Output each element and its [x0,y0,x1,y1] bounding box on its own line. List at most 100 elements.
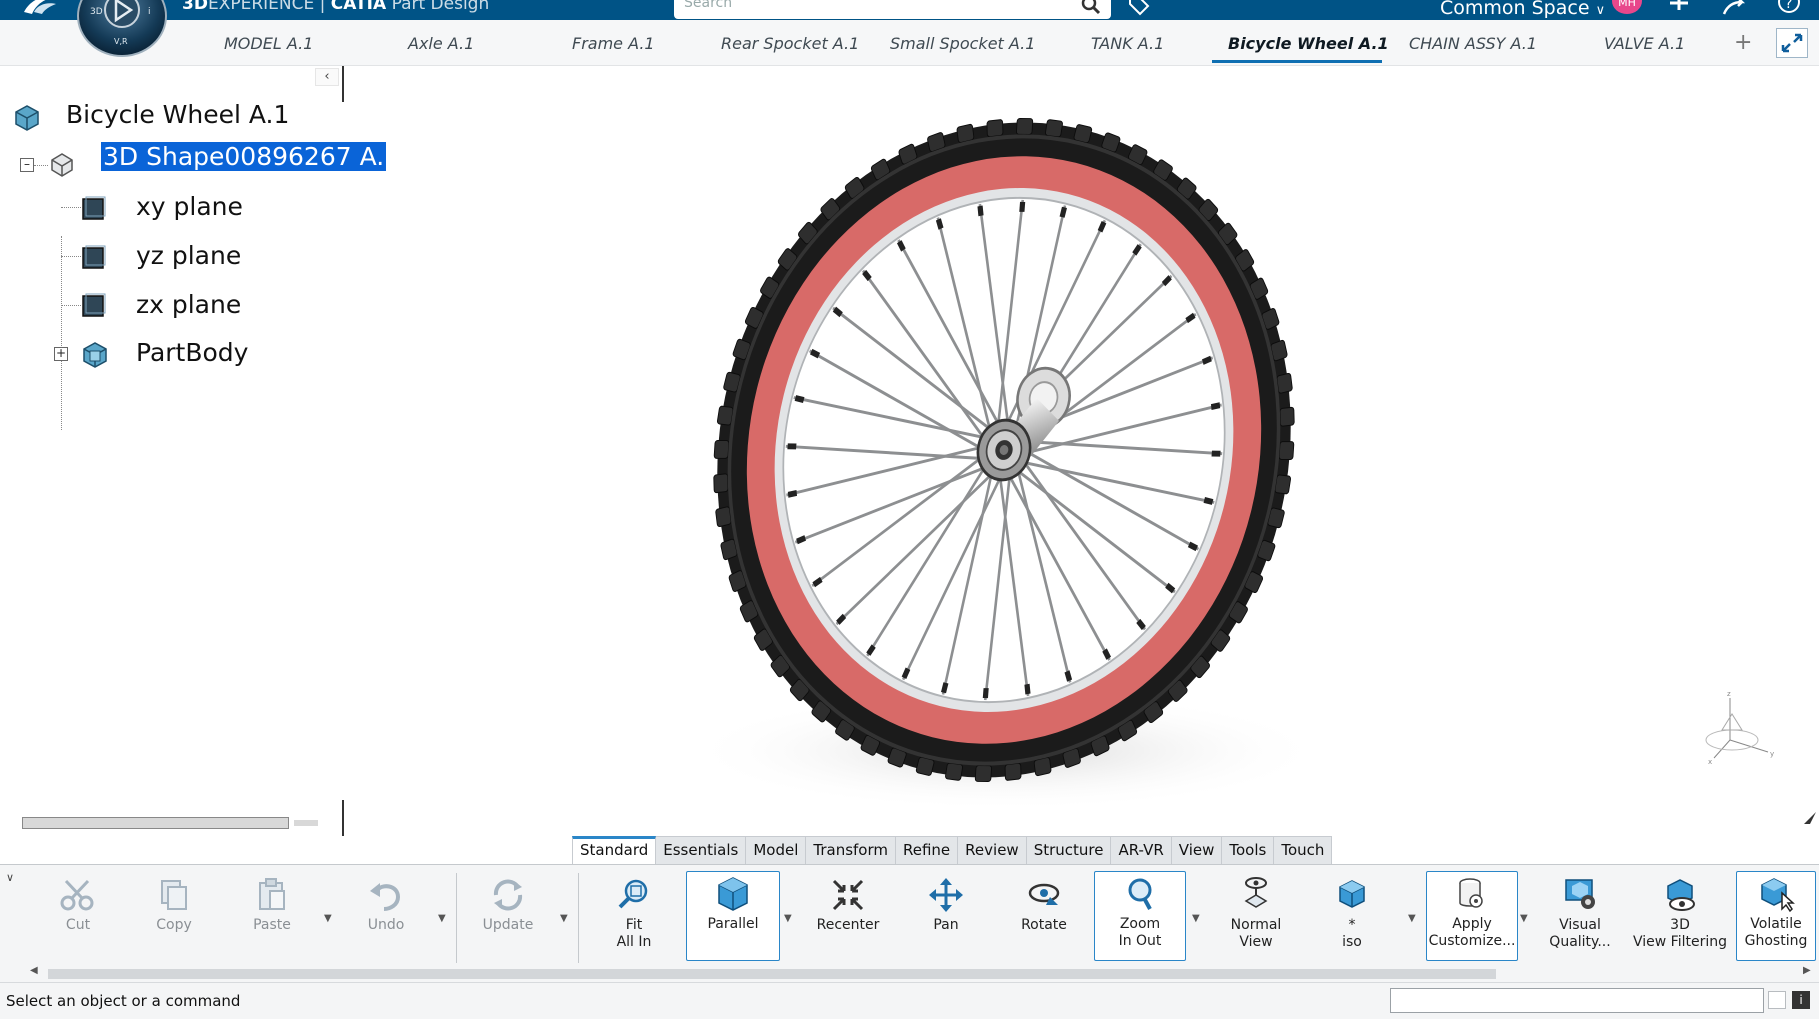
tab-bicycle-wheel[interactable]: Bicycle Wheel A.1 [1228,34,1389,53]
avatar[interactable]: MH [1612,0,1642,14]
paste-dropdown-icon[interactable]: ▼ [324,913,332,924]
tree-scrollbar-track[interactable] [294,820,318,826]
section-tab-standard[interactable]: Standard [572,836,657,865]
scroll-right-icon[interactable]: ▶ [1803,965,1811,976]
zoom-in-out-button[interactable]: Zoom In Out [1094,871,1186,961]
fit-all-icon [618,879,648,909]
section-tab-structure[interactable]: Structure [1026,836,1112,865]
power-input-field[interactable] [1390,988,1764,1013]
cube-icon [718,877,748,911]
paste-icon [259,878,285,910]
bicycle-wheel-model[interactable] [626,96,1386,856]
spoke-nipple [787,443,797,450]
iso-view-button[interactable]: * iso [1312,873,1392,959]
update-label: Update [482,917,534,933]
tab-small-spocket[interactable]: Small Spocket A.1 [890,34,1035,53]
tree-item-partbody[interactable]: PartBody [136,338,248,367]
collapse-node-button[interactable]: – [20,158,34,172]
tree-splitter[interactable] [342,800,344,836]
3d-view-filtering-button[interactable]: 3D View Filtering [1630,873,1730,959]
tree-item-xy-plane[interactable]: xy plane [136,192,243,221]
volatile-ghosting-button[interactable]: Volatile Ghosting [1736,871,1816,961]
ds-logo-icon[interactable] [20,0,60,18]
separator [456,873,457,963]
rotate-button[interactable]: Rotate [1004,873,1084,959]
paste-label: Paste [253,917,291,933]
search-input[interactable]: Search [674,0,1111,19]
tread-block [945,762,963,781]
tree-collapse-button[interactable]: ‹ [315,68,339,86]
svg-text:y: y [1770,750,1774,758]
maximize-button[interactable] [1776,28,1808,58]
tread-block [1278,441,1295,461]
undo-icon [370,883,401,911]
section-tab-ar-vr[interactable]: AR-VR [1111,836,1172,865]
compass-icon[interactable]: 3D i V,R [76,0,168,62]
axis-triad-icon[interactable]: z y x [1700,690,1780,770]
recenter-button[interactable]: Recenter [808,873,888,959]
tag-icon[interactable] [1126,0,1152,18]
visual-quality-icon [1565,879,1595,909]
space-selector[interactable]: Common Space ∨ [1440,0,1605,19]
iso-dropdown-icon[interactable]: ▼ [1408,913,1416,924]
share-icon[interactable] [1720,0,1750,20]
paste-button[interactable]: Paste [232,873,312,959]
tree-connector [34,165,48,166]
zoom-dropdown-icon[interactable]: ▼ [1192,913,1200,924]
section-tab-refine[interactable]: Refine [896,836,959,865]
parallel-button[interactable]: Parallel [686,871,780,961]
tree-scrollbar[interactable] [22,817,289,829]
shape-node[interactable]: 3D Shape00896267 A. [101,142,387,171]
chevron-down-icon[interactable]: ∨ [6,871,14,884]
help-icon[interactable]: ? [1776,0,1802,18]
parallel-dropdown-icon[interactable]: ▼ [784,913,792,924]
tab-model[interactable]: MODEL A.1 [224,34,313,53]
add-tab-button[interactable]: + [1734,30,1752,55]
info-icon[interactable]: i [1792,991,1810,1009]
tree-splitter[interactable] [342,66,344,102]
apply-customize-button[interactable]: Apply Customize... [1426,871,1518,961]
fit-all-in-button[interactable]: Fit All In [594,873,674,959]
pan-button[interactable]: Pan [906,873,986,959]
tab-axle[interactable]: Axle A.1 [408,34,474,53]
undo-dropdown-icon[interactable]: ▼ [438,913,446,924]
section-tab-model[interactable]: Model [746,836,807,865]
recenter-icon [832,879,864,911]
section-tab-view[interactable]: View [1171,836,1223,865]
normal-view-icon [1244,877,1268,908]
expand-node-button[interactable]: + [54,347,68,361]
scroll-left-icon[interactable]: ◀ [30,965,38,976]
tab-rear-spocket[interactable]: Rear Spocket A.1 [721,34,859,53]
visual-quality-button[interactable]: Visual Quality... [1540,873,1620,959]
brand-light: EXPERIENCE | [207,0,331,14]
tread-block [1276,372,1293,394]
svg-text:i: i [148,7,151,17]
tree-item-yz-plane[interactable]: yz plane [136,241,241,270]
tab-valve[interactable]: VALVE A.1 [1604,34,1685,53]
copy-button[interactable]: Copy [134,873,214,959]
window-icon[interactable] [1768,991,1786,1009]
section-tab-transform[interactable]: Transform [806,836,896,865]
tab-frame[interactable]: Frame A.1 [572,34,655,53]
section-tab-tools[interactable]: Tools [1222,836,1275,865]
search-icon[interactable] [1080,0,1102,16]
action-bar: ∨ Cut Copy Paste ▼ Undo ▼ Update ▼ Fit A… [0,864,1819,982]
section-tab-essentials[interactable]: Essentials [656,836,747,865]
apply-dropdown-icon[interactable]: ▼ [1520,913,1528,924]
update-dropdown-icon[interactable]: ▼ [560,913,568,924]
tree-item-zx-plane[interactable]: zx plane [136,290,241,319]
cut-button[interactable]: Cut [38,873,118,959]
tab-tank[interactable]: TANK A.1 [1091,34,1164,53]
update-button[interactable]: Update [468,873,548,959]
3d-viewport[interactable]: z y x [346,66,1819,836]
plus-icon[interactable] [1666,0,1692,20]
undo-button[interactable]: Undo [346,873,426,959]
action-bar-scrollbar[interactable] [48,969,1496,979]
fit-label-2: All In [616,934,652,950]
section-tab-touch[interactable]: Touch [1274,836,1333,865]
tab-chain-assy[interactable]: CHAIN ASSY A.1 [1409,34,1537,53]
status-message: Select an object or a command [6,992,241,1010]
normal-view-button[interactable]: Normal View [1214,873,1298,959]
section-tab-review[interactable]: Review [958,836,1027,865]
tree-root-node[interactable]: Bicycle Wheel A.1 [66,100,289,129]
